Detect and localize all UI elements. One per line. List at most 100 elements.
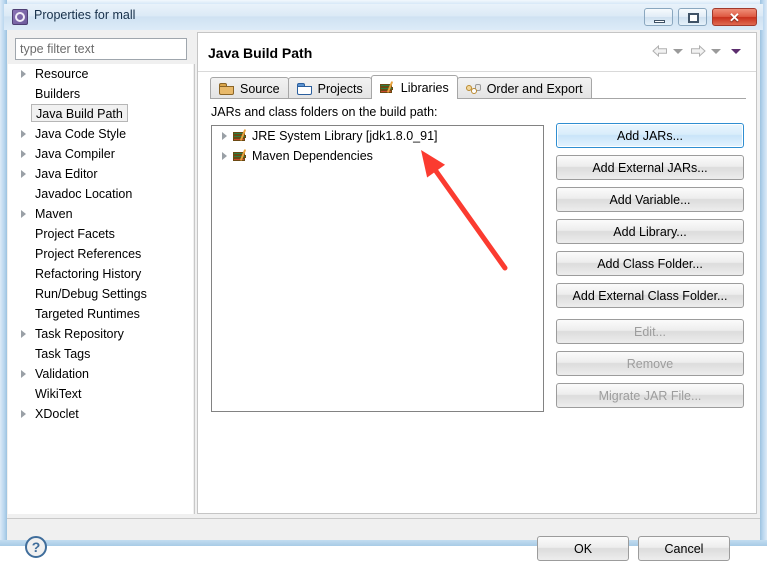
list-item[interactable]: Maven Dependencies <box>212 146 543 166</box>
content-panel: Java Build Path Source Projects Librarie… <box>197 32 757 514</box>
sidebar-item-xdoclet[interactable]: XDoclet <box>8 404 193 424</box>
add-class-folder-button[interactable]: Add Class Folder... <box>556 251 744 276</box>
expand-twisty-icon[interactable] <box>21 150 26 158</box>
tab-order-and-export[interactable]: Order and Export <box>456 77 592 99</box>
sidebar-item-project-references[interactable]: Project References <box>8 244 193 264</box>
gear-icon <box>12 9 28 25</box>
close-button[interactable]: ✕ <box>712 8 757 26</box>
page-title: Java Build Path <box>208 45 313 61</box>
sidebar-item-java-code-style[interactable]: Java Code Style <box>8 124 193 144</box>
sidebar-item-label: Refactoring History <box>35 267 142 281</box>
expand-twisty-icon[interactable] <box>21 410 26 418</box>
tab-bar-underline <box>210 98 746 99</box>
filter-input-wrapper[interactable] <box>15 38 187 60</box>
libraries-list[interactable]: JRE System Library [jdk1.8.0_91] Maven De… <box>211 125 544 412</box>
forward-history-chevron-down-icon[interactable] <box>711 48 721 54</box>
sidebar-item-project-facets[interactable]: Project Facets <box>8 224 193 244</box>
tab-label: Libraries <box>400 80 449 95</box>
properties-dialog-window: Properties for mall ✕ Resource Builders Ja… <box>0 0 767 561</box>
sidebar-item-label: Task Repository <box>35 327 124 341</box>
forward-arrow-icon[interactable] <box>690 45 706 57</box>
sidebar-item-targeted-runtimes[interactable]: Targeted Runtimes <box>8 304 193 324</box>
sidebar-item-label: Validation <box>35 367 89 381</box>
add-library-button[interactable]: Add Library... <box>556 219 744 244</box>
sidebar-item-java-build-path[interactable]: Java Build Path <box>8 104 193 124</box>
sidebar-item-refactoring-history[interactable]: Refactoring History <box>8 264 193 284</box>
sidebar-item-task-tags[interactable]: Task Tags <box>8 344 193 364</box>
title-bar[interactable]: Properties for mall ✕ <box>4 4 763 30</box>
libraries-books-icon <box>379 80 396 95</box>
expand-twisty-icon[interactable] <box>21 70 26 78</box>
remove-button: Remove <box>556 351 744 376</box>
window-frame-right <box>760 0 767 546</box>
sidebar-item-resource[interactable]: Resource <box>8 64 193 84</box>
tab-libraries[interactable]: Libraries <box>370 75 458 99</box>
sidebar-item-label: Java Build Path <box>31 104 128 122</box>
sidebar-item-label: Javadoc Location <box>35 187 133 201</box>
back-arrow-icon[interactable] <box>652 45 668 57</box>
maximize-button[interactable] <box>678 8 707 26</box>
sidebar-item-run-debug-settings[interactable]: Run/Debug Settings <box>8 284 193 304</box>
libraries-action-buttons[interactable]: Add JARs... Add External JARs... Add Varia… <box>556 123 744 415</box>
sidebar-item-maven[interactable]: Maven <box>8 204 193 224</box>
close-icon: ✕ <box>729 9 740 25</box>
sidebar-item-label: Java Editor <box>35 167 98 181</box>
expand-twisty-icon[interactable] <box>21 370 26 378</box>
navigation-arrows[interactable] <box>650 45 746 57</box>
list-item[interactable]: JRE System Library [jdk1.8.0_91] <box>212 126 543 146</box>
source-folder-icon <box>219 82 235 96</box>
sidebar-item-label: Task Tags <box>35 347 91 361</box>
add-external-class-folder-button[interactable]: Add External Class Folder... <box>556 283 744 308</box>
migrate-jar-file-button: Migrate JAR File... <box>556 383 744 408</box>
sidebar-item-label: Targeted Runtimes <box>35 307 140 321</box>
back-history-chevron-down-icon[interactable] <box>673 48 683 54</box>
sidebar-item-task-repository[interactable]: Task Repository <box>8 324 193 344</box>
tab-projects[interactable]: Projects <box>287 77 372 99</box>
add-external-jars-button[interactable]: Add External JARs... <box>556 155 744 180</box>
dialog-body: Resource Builders Java Build Path Java Code… <box>7 30 760 561</box>
window-frame-left <box>0 0 7 546</box>
edit-button: Edit... <box>556 319 744 344</box>
sidebar-item-label: Project Facets <box>35 227 115 241</box>
list-label: JARs and class folders on the build path… <box>211 105 438 119</box>
sidebar-item-label: Run/Debug Settings <box>35 287 147 301</box>
expand-twisty-icon[interactable] <box>21 170 26 178</box>
preferences-tree[interactable]: Resource Builders Java Build Path Java Code… <box>8 64 193 514</box>
view-menu-chevron-down-icon[interactable] <box>731 48 741 54</box>
sidebar-item-wikitext[interactable]: WikiText <box>8 384 193 404</box>
help-icon[interactable]: ? <box>25 536 47 558</box>
sidebar-item-label: WikiText <box>35 387 82 401</box>
expand-twisty-icon[interactable] <box>21 210 26 218</box>
sidebar-item-label: Project References <box>35 247 142 261</box>
order-export-icon <box>465 82 482 96</box>
sidebar-item-label: XDoclet <box>35 407 79 421</box>
library-books-icon <box>233 129 249 143</box>
expand-twisty-icon[interactable] <box>21 330 26 338</box>
window-title: Properties for mall <box>34 8 136 22</box>
list-item-label: JRE System Library [jdk1.8.0_91] <box>252 129 438 143</box>
library-books-icon <box>233 149 249 163</box>
sidebar-item-label: Resource <box>35 67 89 81</box>
minimize-button[interactable] <box>644 8 673 26</box>
tree-content-separator <box>194 64 195 514</box>
ok-button[interactable]: OK <box>537 536 629 561</box>
add-jars-button[interactable]: Add JARs... <box>556 123 744 148</box>
sidebar-item-java-editor[interactable]: Java Editor <box>8 164 193 184</box>
cancel-button[interactable]: Cancel <box>638 536 730 561</box>
sidebar-item-java-compiler[interactable]: Java Compiler <box>8 144 193 164</box>
expand-twisty-icon[interactable] <box>222 132 227 140</box>
add-variable-button[interactable]: Add Variable... <box>556 187 744 212</box>
sidebar-item-validation[interactable]: Validation <box>8 364 193 384</box>
search-input[interactable] <box>16 39 186 59</box>
sidebar-item-label: Java Code Style <box>35 127 127 141</box>
expand-twisty-icon[interactable] <box>222 152 227 160</box>
sidebar-item-builders[interactable]: Builders <box>8 84 193 104</box>
sidebar-item-javadoc-location[interactable]: Javadoc Location <box>8 184 193 204</box>
sidebar-item-label: Maven <box>35 207 73 221</box>
expand-twisty-icon[interactable] <box>21 130 26 138</box>
tab-bar[interactable]: Source Projects Libraries Order and Export <box>210 75 592 99</box>
tab-label: Order and Export <box>486 81 583 96</box>
tab-source[interactable]: Source <box>210 77 289 99</box>
list-item-label: Maven Dependencies <box>252 149 373 163</box>
sidebar-item-label: Java Compiler <box>35 147 115 161</box>
